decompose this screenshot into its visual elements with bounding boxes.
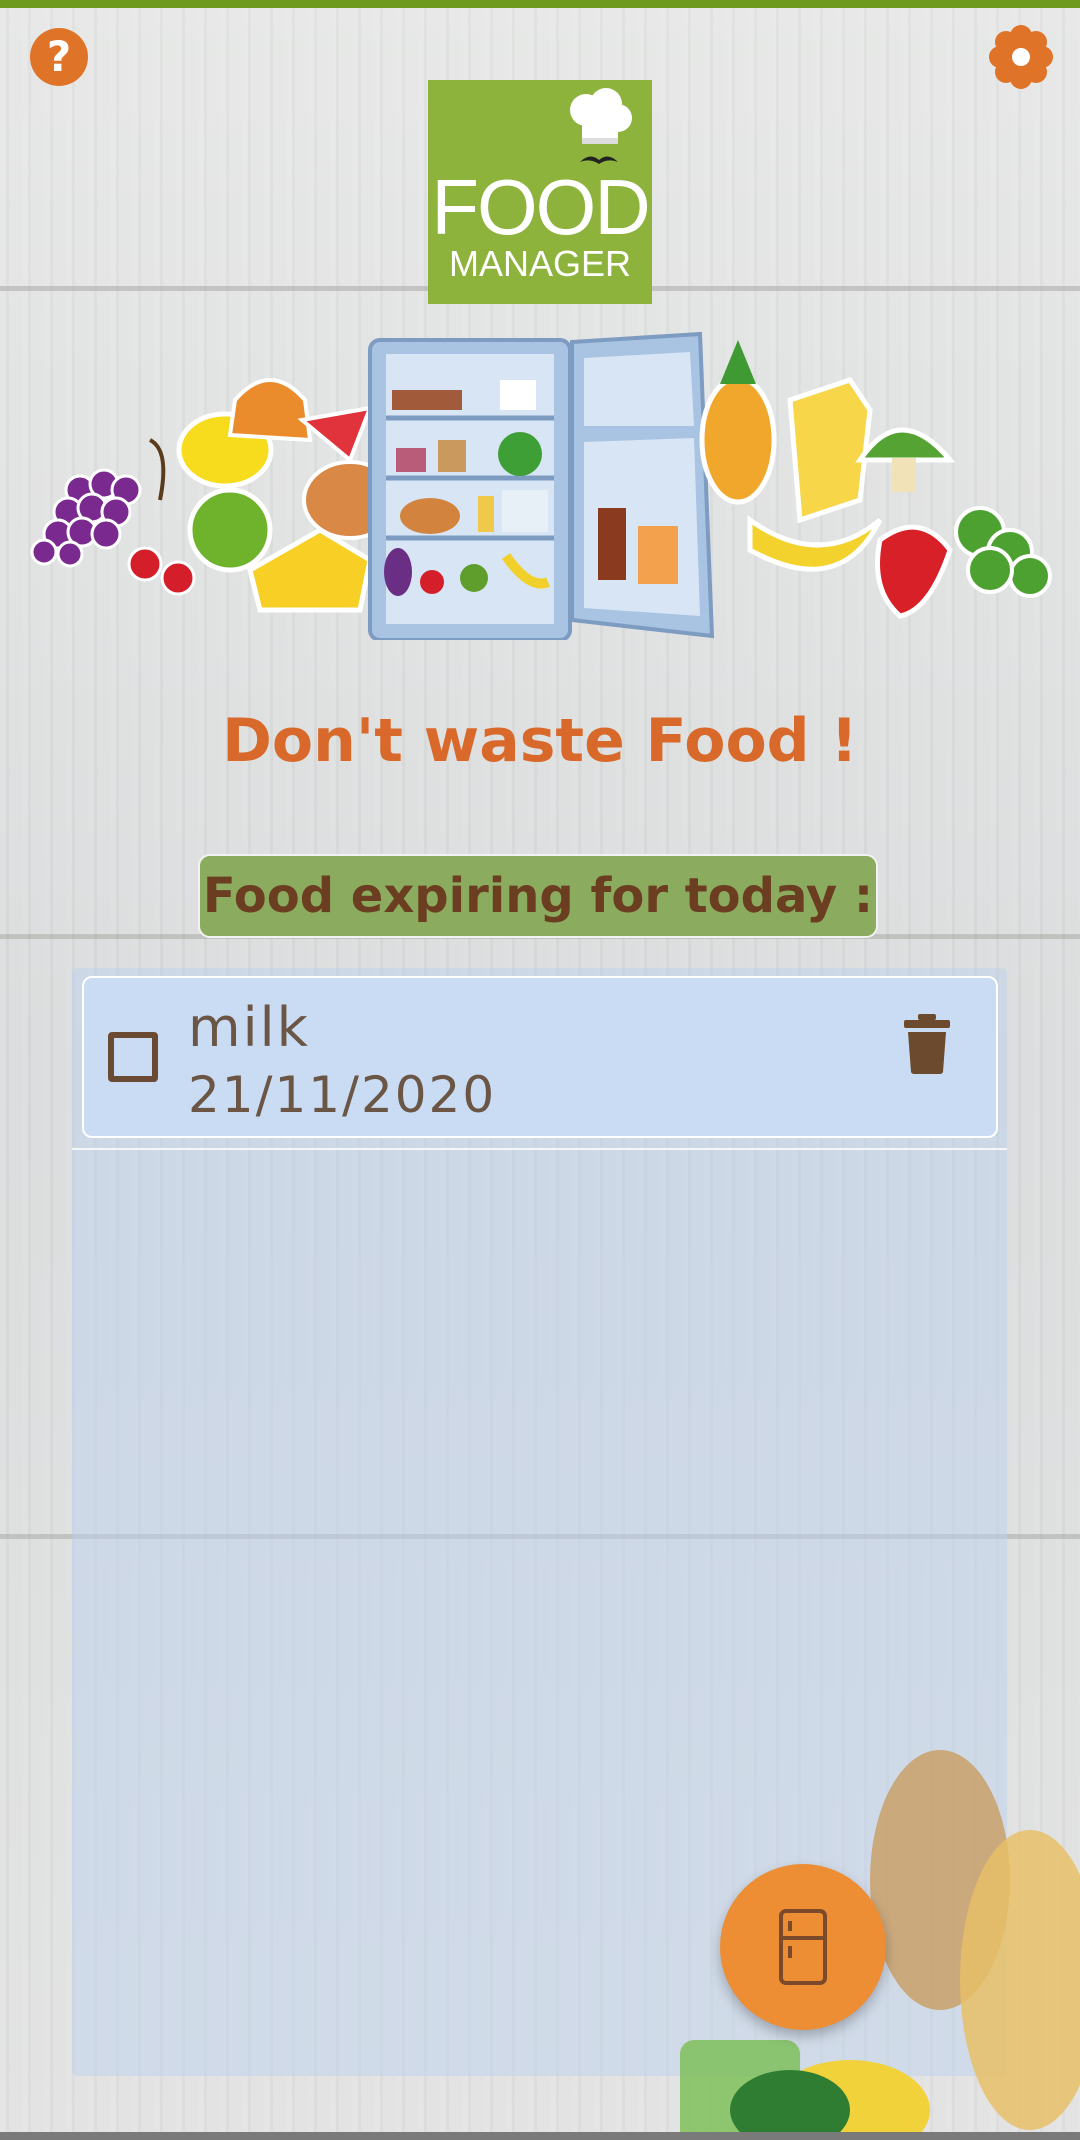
- top-accent-bar: [0, 0, 1080, 8]
- chef-hat-icon: [570, 88, 632, 164]
- broccoli-icon: [954, 506, 1052, 598]
- settings-button[interactable]: [986, 22, 1056, 92]
- fridge-food-illustration: [30, 331, 1052, 640]
- logo-line-food: FOOD: [431, 163, 650, 251]
- logo-line-manager: MANAGER: [448, 243, 632, 284]
- help-button[interactable]: ?: [30, 28, 88, 86]
- grapes-icon: [30, 468, 142, 568]
- mushroom-icon: [855, 427, 956, 492]
- section-title: Food expiring for today :: [198, 854, 878, 938]
- trash-icon: [904, 1014, 950, 1074]
- question-mark-icon: ?: [46, 32, 72, 81]
- item-expiry-date: 21/11/2020: [188, 1066, 497, 1124]
- fridge-icon: [779, 1909, 827, 1985]
- delete-button[interactable]: [902, 1014, 952, 1074]
- strawberry-icon: [875, 524, 953, 619]
- list-item[interactable]: milk 21/11/2020: [82, 976, 998, 1138]
- apple-icon: [187, 487, 273, 573]
- list-divider: [72, 1148, 1007, 1150]
- open-fridge-button[interactable]: [720, 1864, 886, 2030]
- cheese-wedge-icon: [787, 377, 873, 524]
- bottom-bar: [0, 2132, 1080, 2140]
- bananas-icon: [747, 515, 883, 572]
- item-name: milk: [188, 996, 310, 1059]
- croissant-icon: [227, 378, 313, 443]
- fridge-icon: [368, 331, 715, 640]
- watermelon-slice-icon: [297, 405, 374, 464]
- food-manager-logo: FOOD MANAGER: [428, 80, 652, 304]
- item-checkbox[interactable]: [108, 1032, 158, 1082]
- pineapple-icon: [699, 375, 777, 505]
- slogan-heading: Don't waste Food !: [222, 706, 858, 776]
